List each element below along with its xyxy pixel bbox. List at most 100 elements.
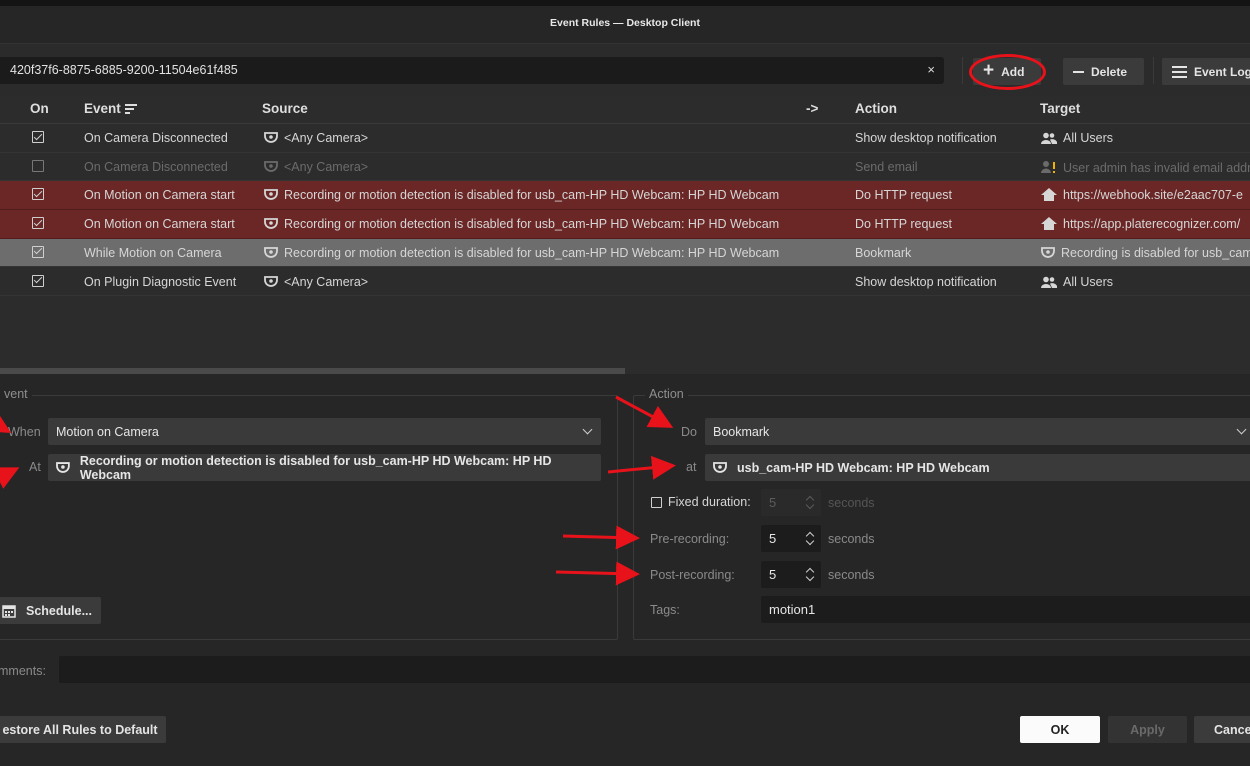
action-group-label: Action	[645, 387, 688, 401]
target-cell: Recording is disabled for usb_cam	[1041, 246, 1250, 262]
table-row[interactable]: On Motion on Camera start Recording or mo…	[0, 210, 1250, 239]
target-text: User admin has invalid email address	[1063, 160, 1250, 175]
event-cell: On Motion on Camera start	[84, 217, 235, 232]
event-cell: On Camera Disconnected	[84, 131, 228, 145]
rules-table: On Event Source -> Action Target On Came…	[0, 96, 1250, 374]
action-cell: Do HTTP request	[855, 217, 953, 232]
rule-enabled-checkbox[interactable]	[32, 217, 44, 230]
schedule-button[interactable]: Schedule...	[0, 597, 101, 624]
action-cell: Do HTTP request	[855, 188, 953, 203]
chevron-down-icon	[582, 424, 593, 435]
when-dropdown[interactable]: Motion on Camera	[48, 418, 601, 445]
camera-icon	[264, 246, 278, 262]
column-header-source[interactable]: Source	[262, 101, 308, 116]
add-label: Add	[1001, 64, 1025, 79]
target-text: All Users	[1063, 131, 1114, 145]
table-row[interactable]: On Camera Disconnected <Any Camera> Send e…	[0, 153, 1250, 182]
post-recording-value: 5	[769, 567, 777, 582]
column-header-event-label: Event	[84, 101, 121, 116]
source-text: <Any Camera>	[284, 274, 369, 289]
action-cell: Send email	[855, 159, 918, 174]
event-cell: On Camera Disconnected	[84, 159, 228, 174]
pre-recording-value: 5	[769, 531, 777, 546]
action-at-label: at	[686, 460, 697, 474]
column-header-event[interactable]: Event	[84, 101, 138, 116]
column-header-target[interactable]: Target	[1040, 101, 1080, 116]
rule-enabled-checkbox[interactable]	[32, 131, 44, 143]
apply-button[interactable]: Apply	[1108, 716, 1187, 743]
users-icon	[1041, 132, 1058, 147]
ok-button[interactable]: OK	[1020, 716, 1100, 743]
camera-icon	[264, 160, 278, 176]
event-cell: On Plugin Diagnostic Event	[84, 274, 237, 289]
users-icon	[1041, 276, 1058, 291]
do-dropdown[interactable]: Bookmark	[705, 418, 1250, 445]
action-cell: Bookmark	[855, 245, 912, 260]
action-cell: Show desktop notification	[855, 131, 997, 145]
add-button[interactable]: + Add	[973, 58, 1041, 85]
target-text: https://webhook.site/e2aac707-e	[1063, 188, 1243, 203]
column-header-action[interactable]: Action	[855, 101, 897, 116]
table-row[interactable]: On Motion on Camera start Recording or mo…	[0, 181, 1250, 210]
event-camera-value: Recording or motion detection is disable…	[79, 453, 552, 482]
target-cell: All Users	[1041, 131, 1250, 147]
source-cell: Recording or motion detection is disable…	[264, 188, 844, 204]
tags-input[interactable]: motion1	[761, 596, 1250, 623]
source-cell: Recording or motion detection is disable…	[264, 217, 844, 233]
delete-button[interactable]: Delete	[1063, 58, 1144, 85]
source-text: <Any Camera>	[284, 131, 369, 145]
plus-icon: +	[983, 60, 995, 81]
table-row[interactable]: On Plugin Diagnostic Event <Any Camera> Sh…	[0, 268, 1250, 297]
event-log-button[interactable]: Event Log	[1162, 58, 1250, 85]
source-text: Recording or motion detection is disable…	[284, 217, 780, 232]
rule-enabled-checkbox[interactable]	[32, 245, 44, 258]
cancel-button[interactable]: Cance	[1194, 716, 1250, 743]
search-input[interactable]: 420f37f6-8875-6885-9200-11504e61f485 ×	[0, 57, 944, 84]
chevron-down-icon[interactable]	[805, 500, 815, 510]
post-recording-label: Post-recording:	[650, 568, 735, 582]
action-cell: Show desktop notification	[855, 274, 997, 289]
source-text: Recording or motion detection is disable…	[284, 245, 780, 260]
source-text: Recording or motion detection is disable…	[284, 188, 780, 203]
restore-defaults-button[interactable]: estore All Rules to Default	[0, 716, 166, 743]
chevron-down-icon[interactable]	[805, 536, 815, 546]
post-recording-stepper[interactable]: 5	[761, 561, 821, 588]
pre-recording-stepper[interactable]: 5	[761, 525, 821, 552]
fixed-duration-label: Fixed duration:	[668, 495, 751, 509]
fixed-duration-unit: seconds	[828, 496, 875, 510]
chevron-down-icon[interactable]	[805, 572, 815, 582]
pre-recording-label: Pre-recording:	[650, 532, 730, 546]
source-cell: Recording or motion detection is disable…	[264, 246, 844, 262]
camera-icon	[56, 461, 70, 473]
calendar-icon	[2, 604, 16, 618]
camera-icon	[713, 461, 727, 473]
comments-input[interactable]	[59, 656, 1250, 683]
do-value: Bookmark	[713, 424, 770, 439]
action-camera-selector[interactable]: usb_cam-HP HD Webcam: HP HD Webcam	[705, 454, 1250, 481]
do-label: Do	[681, 425, 697, 439]
camera-icon	[264, 132, 278, 147]
target-cell: https://app.platerecognizer.com/	[1041, 217, 1250, 233]
delete-label: Delete	[1091, 64, 1128, 79]
column-header-on[interactable]: On	[30, 101, 49, 116]
pre-recording-unit: seconds	[828, 532, 875, 546]
clear-search-icon[interactable]: ×	[927, 62, 935, 77]
source-cell: <Any Camera>	[264, 275, 844, 291]
home-icon	[1041, 188, 1057, 204]
table-row[interactable]: On Camera Disconnected <Any Camera> Show d…	[0, 124, 1250, 153]
table-row[interactable]: While Motion on Camera Recording or motio…	[0, 238, 1250, 268]
rule-enabled-checkbox[interactable]	[32, 188, 44, 201]
search-value: 420f37f6-8875-6885-9200-11504e61f485	[10, 63, 238, 77]
rule-enabled-checkbox[interactable]	[32, 274, 44, 287]
camera-icon	[264, 189, 278, 204]
sort-icon	[124, 104, 138, 115]
target-cell: https://webhook.site/e2aac707-e	[1041, 188, 1250, 204]
fixed-duration-stepper[interactable]: 5	[761, 489, 821, 516]
fixed-duration-checkbox[interactable]	[651, 497, 662, 508]
rule-enabled-checkbox[interactable]	[32, 159, 44, 172]
event-camera-selector[interactable]: Recording or motion detection is disable…	[48, 453, 601, 482]
user-warning-icon	[1041, 160, 1057, 177]
event-log-label: Event Log	[1194, 64, 1250, 79]
table-header: On Event Source -> Action Target	[0, 96, 1250, 124]
event-at-label: At	[29, 460, 41, 474]
